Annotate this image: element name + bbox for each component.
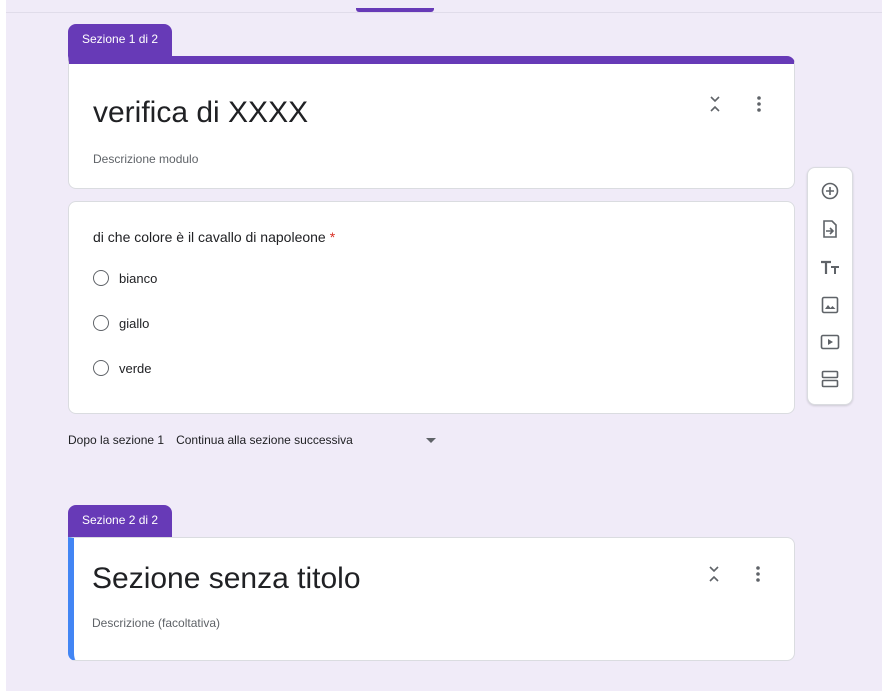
add-video-icon[interactable] xyxy=(819,331,841,353)
dropdown-arrow-icon xyxy=(426,437,437,443)
import-questions-icon[interactable] xyxy=(819,218,841,240)
required-asterisk: * xyxy=(329,229,336,245)
floating-toolbar xyxy=(807,167,853,405)
question-title: di che colore è il cavallo di napoleone * xyxy=(93,229,335,245)
collapse-section-icon[interactable] xyxy=(703,92,727,116)
radio-button[interactable] xyxy=(93,315,109,331)
section-title[interactable]: Sezione senza titolo xyxy=(92,562,361,596)
after-section-row: Dopo la sezione 1 Continua alla sezione … xyxy=(68,433,446,447)
option-label: verde xyxy=(119,360,152,376)
radio-button[interactable] xyxy=(93,360,109,376)
section-2-header-card[interactable]: Sezione senza titolo Descrizione (facolt… xyxy=(68,537,795,661)
option-item[interactable]: verde xyxy=(93,360,152,376)
option-label: giallo xyxy=(119,315,150,331)
more-options-icon[interactable] xyxy=(746,562,770,586)
more-options-icon[interactable] xyxy=(747,92,771,116)
radio-button[interactable] xyxy=(93,270,109,286)
top-divider xyxy=(6,12,882,13)
form-description[interactable]: Descrizione modulo xyxy=(93,152,198,166)
option-item[interactable]: bianco xyxy=(93,270,157,286)
after-section-value: Continua alla sezione successiva xyxy=(176,433,353,447)
question-card[interactable]: di che colore è il cavallo di napoleone *… xyxy=(68,201,795,414)
add-section-icon[interactable] xyxy=(819,368,841,390)
add-question-icon[interactable] xyxy=(819,180,841,202)
add-title-icon[interactable] xyxy=(819,256,841,278)
after-section-label: Dopo la sezione 1 xyxy=(68,433,165,447)
option-item[interactable]: giallo xyxy=(93,315,149,331)
section-1-header-card[interactable]: verifica di XXXX Descrizione modulo xyxy=(68,56,795,189)
collapse-section-icon[interactable] xyxy=(702,562,726,586)
page-left-edge xyxy=(0,0,6,691)
question-text: di che colore è il cavallo di napoleone xyxy=(93,229,326,245)
after-section-dropdown[interactable]: Continua alla sezione successiva xyxy=(176,433,446,447)
option-label: bianco xyxy=(119,270,158,286)
section-1-tab: Sezione 1 di 2 xyxy=(68,24,173,56)
section-description[interactable]: Descrizione (facoltativa) xyxy=(92,616,220,630)
form-title[interactable]: verifica di XXXX xyxy=(93,96,308,130)
section-2-tab: Sezione 2 di 2 xyxy=(68,505,173,537)
active-tab-indicator xyxy=(356,8,434,12)
add-image-icon[interactable] xyxy=(819,294,841,316)
